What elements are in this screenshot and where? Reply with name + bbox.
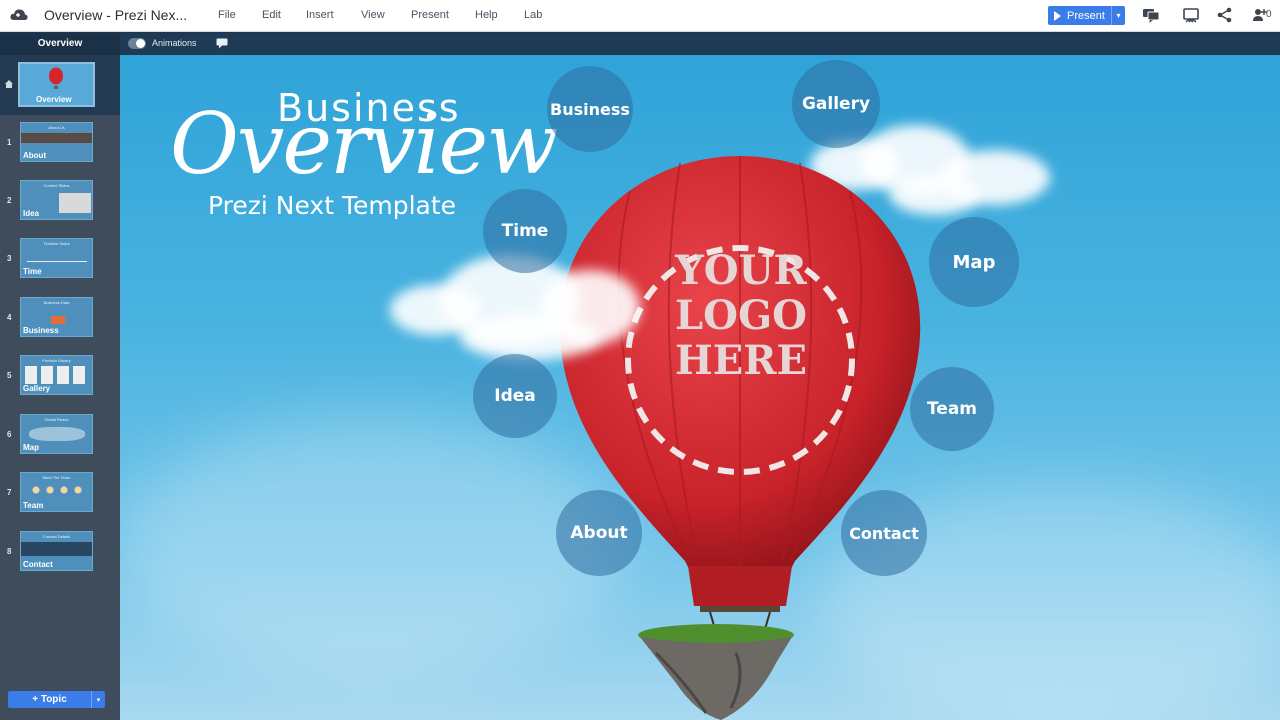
sidebar-overview-item[interactable]: Overview: [0, 55, 120, 115]
play-icon: [1054, 10, 1061, 21]
thumb-image: [21, 542, 92, 556]
topic-business[interactable]: Business: [547, 66, 633, 152]
top-toolbar: Overview - Prezi Nex... File Edit Insert…: [0, 0, 1280, 32]
slide-number: 4: [7, 313, 12, 322]
thumb-image-grid: [25, 366, 89, 384]
logo-placeholder[interactable]: YOUR LOGO HERE: [668, 248, 814, 383]
add-topic-button[interactable]: + Topic: [8, 691, 91, 708]
menu-edit[interactable]: Edit: [262, 9, 281, 21]
thumb-heading: Meet The Team: [42, 475, 71, 480]
present-control: Present ▾: [1048, 6, 1125, 25]
logo-line: LOGO: [675, 292, 807, 339]
present-button[interactable]: Present: [1048, 6, 1111, 25]
thumb-caption: Time: [23, 267, 42, 276]
menu-present[interactable]: Present: [411, 9, 449, 21]
thumb-caption: Gallery: [23, 384, 51, 393]
animations-label: Animations: [152, 38, 197, 48]
slide-number: 7: [7, 488, 12, 497]
slide-number: 2: [7, 196, 12, 205]
topic-time[interactable]: Time: [483, 189, 567, 273]
balloon-thumb-icon: [49, 67, 63, 89]
menu-lab[interactable]: Lab: [524, 9, 542, 21]
present-options-caret[interactable]: ▾: [1111, 6, 1125, 25]
slide-number: 6: [7, 430, 12, 439]
menu-help[interactable]: Help: [475, 9, 498, 21]
slide-thumbnail-team[interactable]: Meet The Team Team: [20, 472, 93, 512]
collaborators-count: 0: [1266, 9, 1272, 20]
topic-about[interactable]: About: [556, 490, 642, 576]
slide-thumbnail-about[interactable]: About Us About: [20, 122, 93, 162]
overview-header: Overview: [0, 33, 120, 55]
thumb-caption: Team: [23, 501, 44, 510]
overview-thumb-caption: Overview: [36, 95, 72, 104]
share-icon[interactable]: [1216, 7, 1234, 23]
menu-insert[interactable]: Insert: [306, 9, 334, 21]
logo-line: YOUR: [675, 247, 807, 294]
animations-toggle[interactable]: [128, 38, 146, 49]
menu-view[interactable]: View: [361, 9, 385, 21]
slide-thumbnail-gallery[interactable]: Portfolio Gallery Gallery: [20, 355, 93, 395]
thumb-heading: Business Data: [43, 300, 70, 305]
thumb-caption: Idea: [23, 209, 40, 218]
slide-number: 3: [7, 254, 12, 263]
thumb-heading: Portfolio Gallery: [42, 358, 71, 363]
slide-thumbnail-idea[interactable]: Content Slides Idea: [20, 180, 93, 220]
slide-number: 8: [7, 547, 12, 556]
comments-icon[interactable]: [1142, 7, 1160, 23]
slide-thumbnail-time[interactable]: Timeline Steps Time: [20, 238, 93, 278]
title-business[interactable]: Business: [277, 86, 461, 130]
home-icon: [5, 80, 13, 88]
topic-map[interactable]: Map: [929, 217, 1019, 307]
present-remotely-icon[interactable]: [1182, 7, 1200, 23]
slide-number: 5: [7, 371, 12, 380]
thumb-image: [59, 193, 91, 213]
topic-gallery[interactable]: Gallery: [792, 60, 880, 148]
logo-line: HERE: [674, 337, 807, 384]
menu-file[interactable]: File: [218, 9, 236, 21]
topic-idea[interactable]: Idea: [473, 354, 557, 438]
slide-thumbnail-business[interactable]: Business Data Business: [20, 297, 93, 337]
topic-team[interactable]: Team: [910, 367, 994, 451]
present-button-label: Present: [1067, 9, 1105, 22]
sky-haze: [120, 415, 620, 675]
add-topic-caret[interactable]: ▾: [91, 691, 105, 708]
overview-thumbnail[interactable]: Overview: [18, 62, 95, 107]
thumb-caption: Business: [23, 326, 59, 335]
thumb-caption: Map: [23, 443, 39, 452]
thumb-heading: Timeline Steps: [43, 241, 70, 246]
thumb-heading: Contact Details: [42, 534, 71, 539]
thumb-heading: About Us: [48, 125, 65, 130]
toggle-knob: [136, 39, 145, 48]
floating-island-image: [638, 624, 794, 720]
slides-sidebar: Overview 1 About Us About 2 Content Slid…: [0, 55, 120, 720]
thumb-heading: Content Slides: [43, 183, 70, 188]
slide-number: 1: [7, 138, 12, 147]
thumb-avatars: [29, 485, 87, 495]
slide-thumbnail-map[interactable]: Global Reach Map: [20, 414, 93, 454]
thumb-caption: About: [23, 151, 47, 160]
hot-air-balloon-image: [559, 156, 921, 651]
thumb-world-map: [29, 427, 85, 441]
thumb-image: [21, 133, 92, 143]
thumb-caption: Contact: [23, 560, 53, 569]
document-title[interactable]: Overview - Prezi Nex...: [44, 7, 187, 23]
topic-contact[interactable]: Contact: [841, 490, 927, 576]
add-topic-control: + Topic ▾: [8, 691, 105, 708]
title-subtitle[interactable]: Prezi Next Template: [208, 191, 456, 220]
thumb-timeline: [27, 261, 87, 262]
thumb-image: [51, 316, 65, 324]
slide-thumbnail-contact[interactable]: Contact Details Contact: [20, 531, 93, 571]
speech-bubble-icon[interactable]: [216, 38, 228, 49]
prezi-cloud-icon[interactable]: [10, 8, 28, 22]
presentation-canvas[interactable]: Overview Business Prezi Next Template YO…: [120, 55, 1280, 720]
thumb-heading: Global Reach: [44, 417, 69, 422]
secondary-toolbar: Overview Animations: [0, 33, 1280, 55]
